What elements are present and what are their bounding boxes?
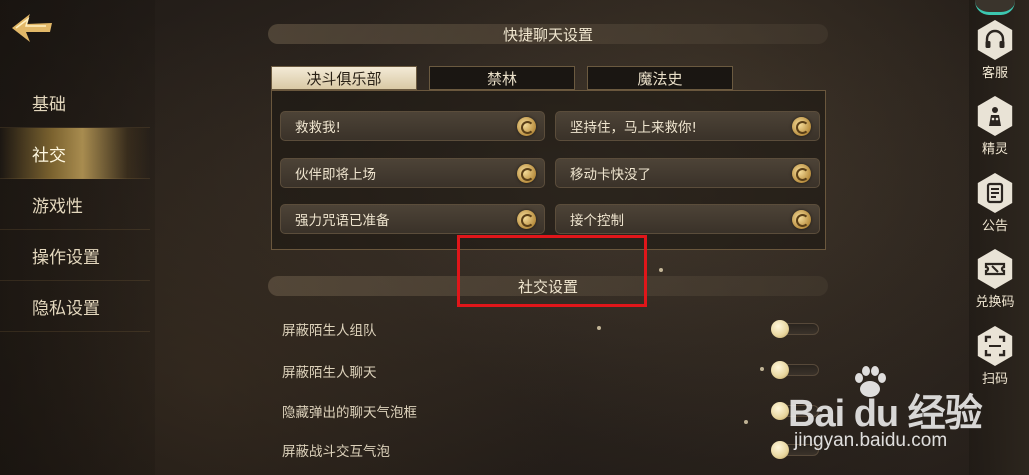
edit-swirl-icon[interactable] <box>792 164 811 183</box>
sidebar-item-privacy[interactable]: 隐私设置 <box>0 281 150 332</box>
watermark-brand: Bai du 经验 <box>788 393 983 435</box>
message-label: 接个控制 <box>570 213 624 229</box>
setting-block-stranger-chat: 屏蔽陌生人聊天 <box>282 365 377 381</box>
ticket-icon <box>977 249 1013 289</box>
tab-duel-club[interactable]: 决斗俱乐部 <box>271 66 417 90</box>
tab-forbidden-forest[interactable]: 禁林 <box>429 66 575 90</box>
quick-chat-panel: 救救我! 坚持住，马上来救你! 伙伴即将上场 移动卡快没了 强力咒语已准备 接个… <box>271 90 826 250</box>
message-label: 救救我! <box>295 120 341 136</box>
sidebar-item-controls[interactable]: 操作设置 <box>0 230 150 281</box>
toggle-block-stranger-team[interactable] <box>771 320 819 338</box>
quick-chat-tabs: 决斗俱乐部 禁林 魔法史 <box>271 66 733 90</box>
edit-swirl-icon[interactable] <box>517 117 536 136</box>
annotation-highlight-box <box>457 235 647 307</box>
quick-chat-message[interactable]: 救救我! <box>280 111 545 141</box>
toggle-knob <box>771 361 789 379</box>
rail-item-label: 兑换码 <box>975 295 1015 310</box>
edit-swirl-icon[interactable] <box>517 164 536 183</box>
scroll-icon <box>977 173 1013 213</box>
sidebar-item-social[interactable]: 社交 <box>0 128 150 179</box>
message-label: 坚持住，马上来救你! <box>570 120 697 136</box>
message-label: 移动卡快没了 <box>570 167 651 183</box>
rail-item-label: 客服 <box>981 66 1008 81</box>
message-label: 伙伴即将上场 <box>295 167 376 183</box>
back-button[interactable] <box>6 6 56 56</box>
quick-chat-message[interactable]: 坚持住，马上来救你! <box>555 111 820 141</box>
quick-chat-message[interactable]: 移动卡快没了 <box>555 158 820 188</box>
tab-history-of-magic[interactable]: 魔法史 <box>587 66 733 90</box>
rail-item-redeem-code[interactable]: 兑换码 <box>967 249 1023 310</box>
watermark-url: jingyan.baidu.com <box>794 430 948 451</box>
setting-block-stranger-team: 屏蔽陌生人组队 <box>282 323 377 339</box>
edit-swirl-icon[interactable] <box>792 210 811 229</box>
quick-chat-message[interactable]: 接个控制 <box>555 204 820 234</box>
setting-hide-chat-bubble: 隐藏弹出的聊天气泡框 <box>282 405 417 421</box>
toggle-knob <box>771 441 789 459</box>
settings-sidebar: 基础 社交 游戏性 操作设置 隐私设置 <box>0 77 150 332</box>
toggle-knob <box>771 320 789 338</box>
rail-item-label: 精灵 <box>981 142 1008 157</box>
rail-item-sprite[interactable]: 精灵 <box>967 96 1023 157</box>
sprite-icon <box>977 96 1013 136</box>
rail-item-announcement[interactable]: 公告 <box>967 173 1023 234</box>
back-arrow-icon <box>12 14 52 42</box>
edit-swirl-icon[interactable] <box>517 210 536 229</box>
sidebar-item-gameplay[interactable]: 游戏性 <box>0 179 150 230</box>
edit-swirl-icon[interactable] <box>792 117 811 136</box>
rail-item-label: 公告 <box>981 219 1008 234</box>
toggle-knob <box>771 402 789 420</box>
quick-chat-message[interactable]: 伙伴即将上场 <box>280 158 545 188</box>
baidu-watermark: Bai du 经验 jingyan.baidu.com <box>788 360 1023 470</box>
headset-icon <box>977 20 1013 60</box>
rail-item-support[interactable]: 客服 <box>967 20 1023 81</box>
quick-chat-header: 快捷聊天设置 <box>268 24 828 44</box>
quick-chat-message[interactable]: 强力咒语已准备 <box>280 204 545 234</box>
setting-block-battle-bubble: 屏蔽战斗交互气泡 <box>282 444 390 460</box>
sidebar-item-basic[interactable]: 基础 <box>0 77 150 128</box>
message-label: 强力咒语已准备 <box>295 213 390 229</box>
